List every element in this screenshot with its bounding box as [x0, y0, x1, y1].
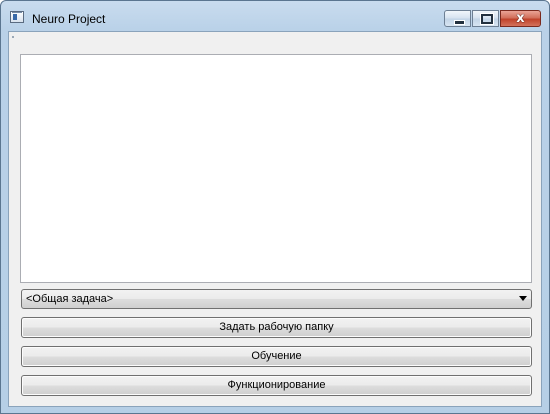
- minimize-icon: [454, 20, 465, 25]
- maximize-button[interactable]: [472, 10, 499, 27]
- window-title: Neuro Project: [32, 12, 106, 26]
- close-button[interactable]: x: [500, 10, 541, 27]
- minimize-button[interactable]: [444, 10, 471, 27]
- app-window: Neuro Project x <Общая задача> Задать ра…: [0, 0, 550, 414]
- operation-button[interactable]: Функционирование: [21, 375, 532, 396]
- app-window-icon[interactable]: [10, 11, 24, 23]
- training-button[interactable]: Обучение: [21, 346, 532, 367]
- dropdown-arrow-icon[interactable]: [519, 296, 527, 301]
- title-bar[interactable]: Neuro Project x: [1, 1, 549, 31]
- close-icon: x: [516, 11, 525, 26]
- set-workdir-button[interactable]: Задать рабочую папку: [21, 317, 532, 338]
- window-controls: x: [443, 10, 541, 28]
- client-area: <Общая задача> Задать рабочую папку Обуч…: [8, 31, 542, 407]
- maximize-icon: [480, 13, 494, 25]
- menu-grip-icon[interactable]: [12, 36, 14, 38]
- task-select-value: <Общая задача>: [26, 293, 114, 305]
- output-textarea[interactable]: [20, 54, 532, 283]
- menu-strip: [9, 32, 541, 42]
- task-select[interactable]: <Общая задача>: [21, 289, 532, 309]
